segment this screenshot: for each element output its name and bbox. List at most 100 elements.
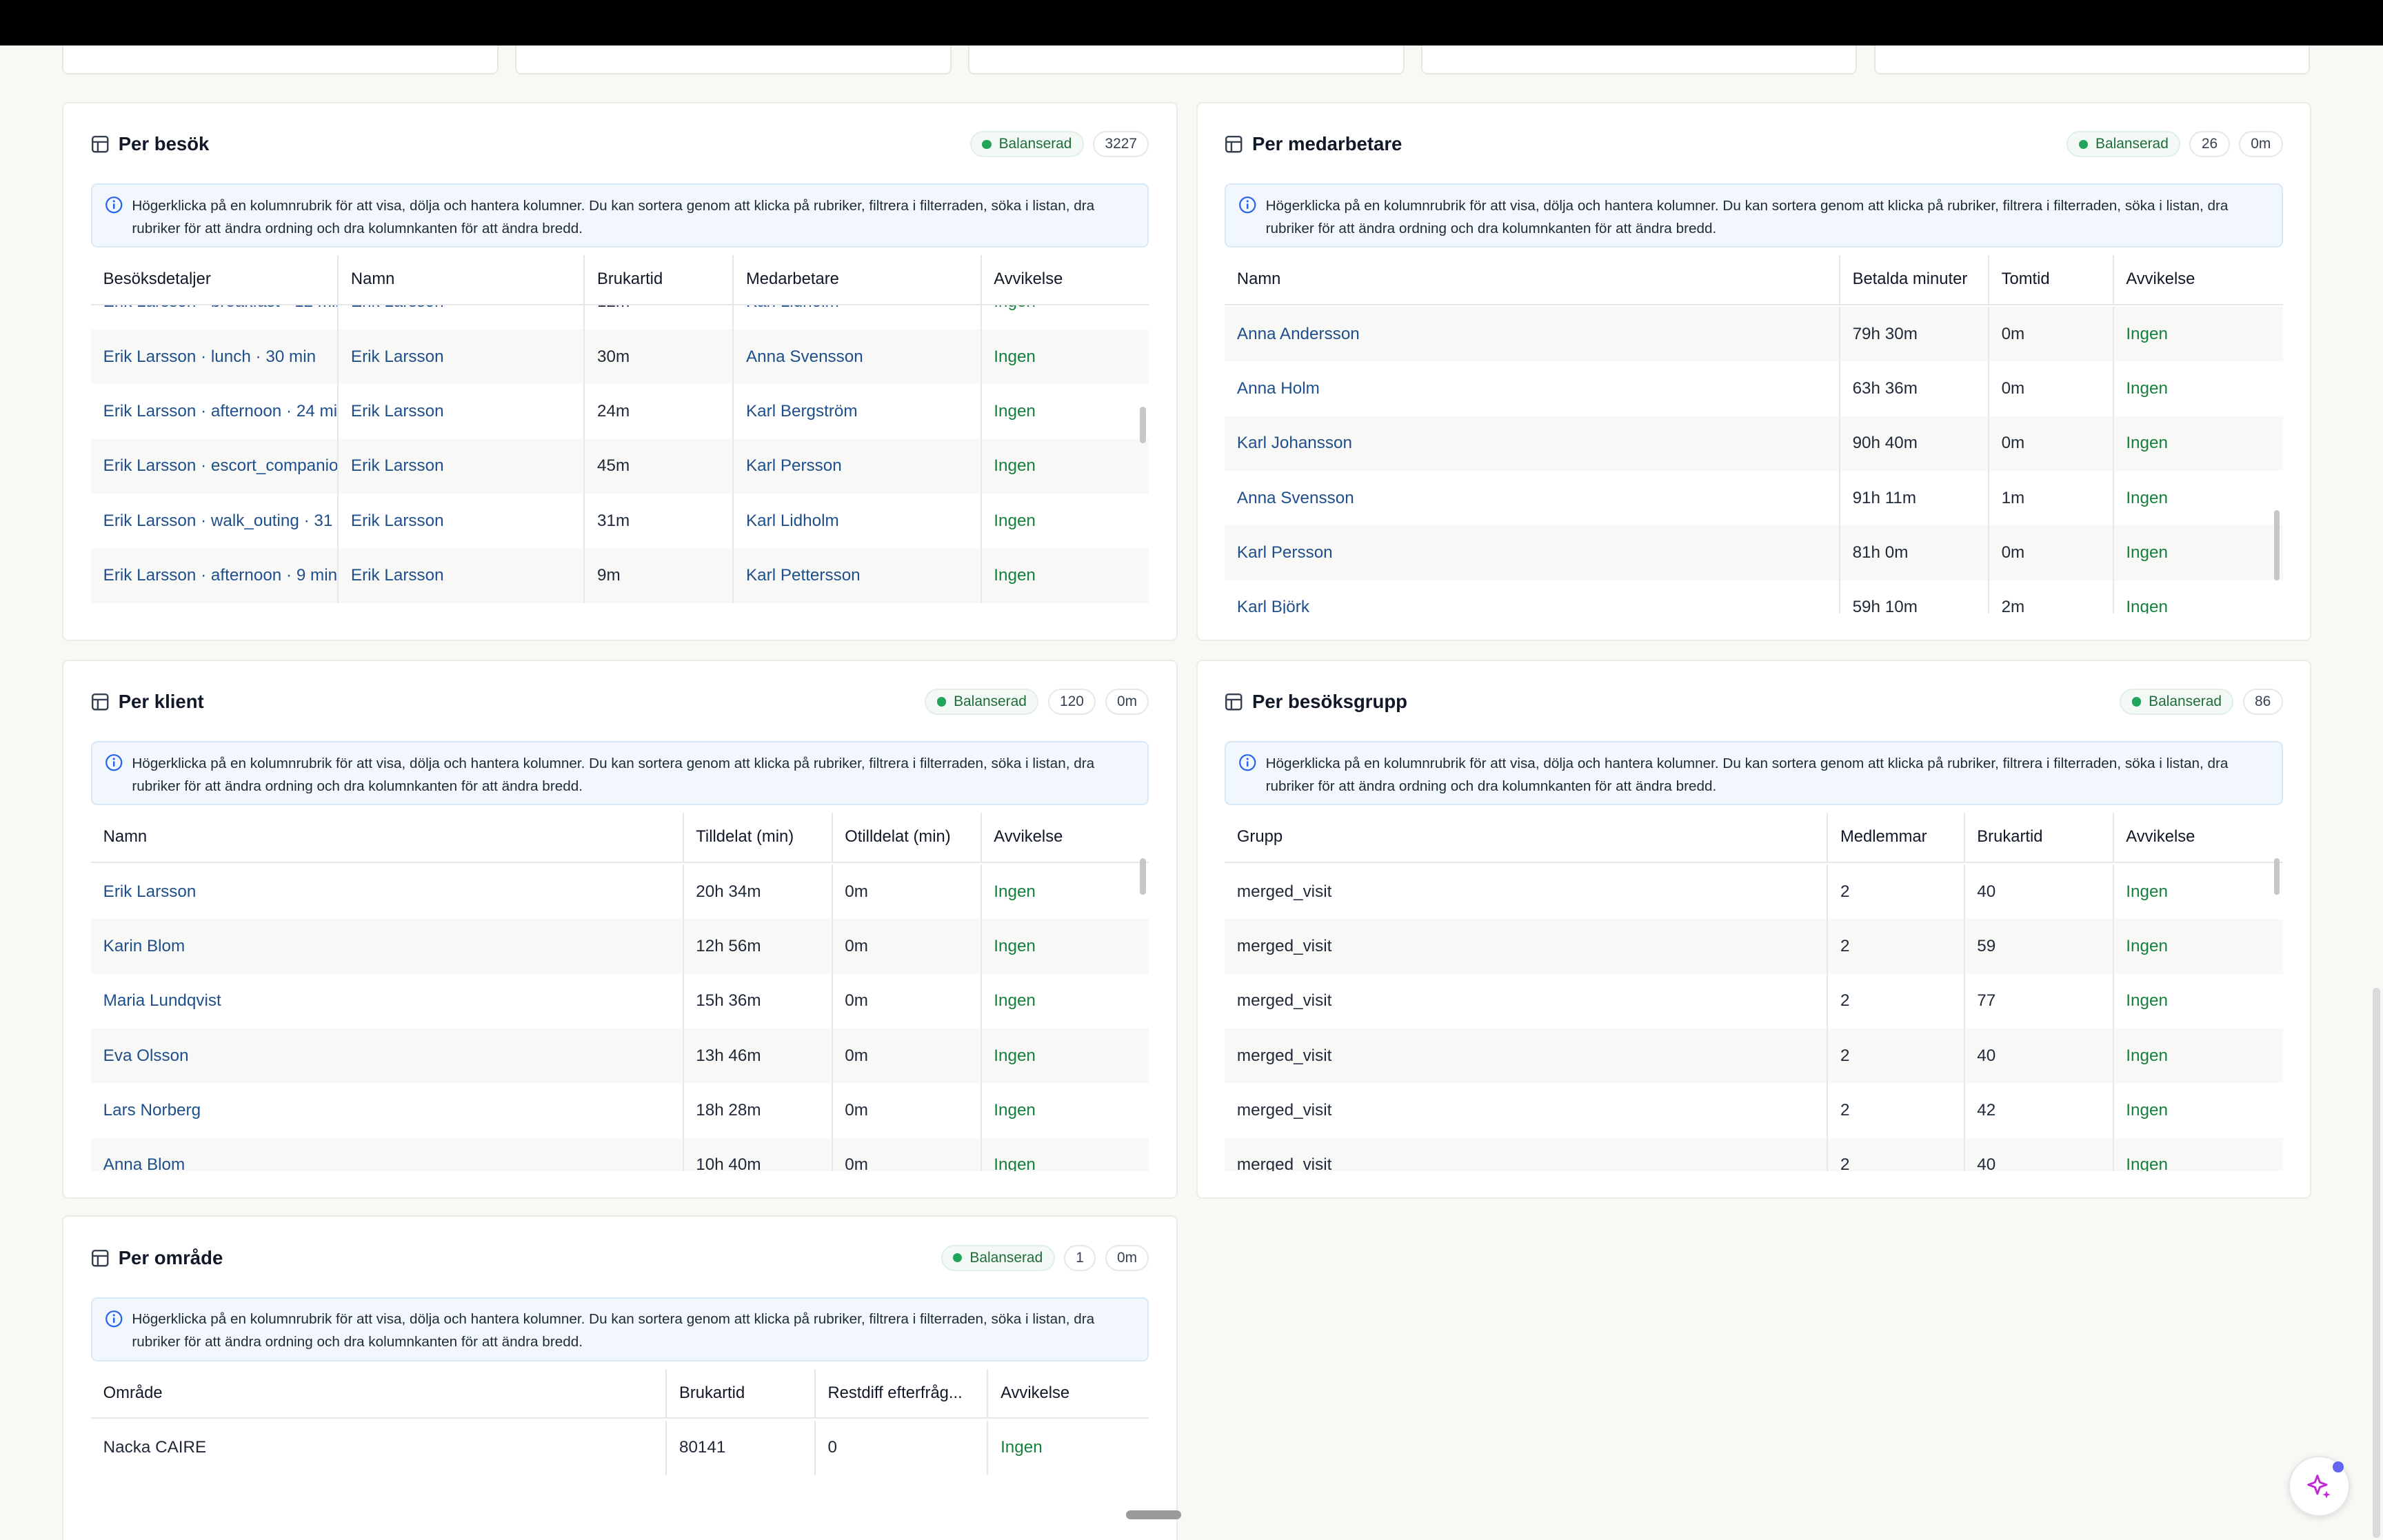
table-scrollbar[interactable] <box>1140 858 1147 895</box>
info-banner: Högerklicka på en kolumnrubrik för att v… <box>91 741 1149 805</box>
table-row[interactable]: Maria Lundqvist 15h 36m 0m Ingen <box>91 973 1149 1029</box>
cell-visit-details[interactable]: Erik Larsson · escort_companion <box>91 438 339 494</box>
column-header[interactable]: Betalda minuter <box>1840 255 1989 304</box>
cell-client-time: 40 <box>1965 864 2114 920</box>
cell-name[interactable]: Erik Larsson <box>339 548 585 603</box>
cell-name[interactable]: Eva Olsson <box>91 1028 684 1084</box>
column-header[interactable]: Besöksdetaljer <box>91 255 339 304</box>
cell-name[interactable]: Anna Blom <box>91 1137 684 1172</box>
cell-visit-details[interactable]: Erik Larsson · walk_outing · 31 min <box>91 494 339 549</box>
column-header[interactable]: Medarbetare <box>734 255 982 304</box>
column-header[interactable]: Avvikelse <box>982 813 1143 862</box>
cell-assigned: 18h 28m <box>684 1083 833 1138</box>
cell-client-time: 30m <box>585 330 734 385</box>
cell-employee[interactable]: Karl Bergström <box>734 384 982 439</box>
table-row[interactable]: Erik Larsson · escort_companion Erik Lar… <box>91 438 1149 494</box>
cell-name[interactable]: Erik Larsson <box>339 330 585 385</box>
table-row[interactable]: Erik Larsson · afternoon · 24 min Erik L… <box>91 384 1149 439</box>
column-header[interactable]: Medlemmar <box>1828 812 1965 862</box>
cell-deviation: Ingen <box>2126 1100 2168 1119</box>
table-scrollbar[interactable] <box>2273 510 2280 580</box>
table-row[interactable]: merged_visit 2 77 Ingen <box>1225 973 2282 1029</box>
table-row[interactable]: Anna Holm 63h 36m 0m Ingen <box>1225 361 2282 416</box>
column-header[interactable]: Område <box>91 1368 667 1418</box>
column-header[interactable]: Namn <box>1225 255 1840 304</box>
cell-employee[interactable]: Karl Persson <box>734 438 982 494</box>
column-header[interactable]: Brukartid <box>585 255 734 304</box>
table-per-besoksgrupp[interactable]: Grupp Medlemmar Brukartid Avvikelse merg… <box>1225 812 2283 1172</box>
table-row[interactable]: Erik Larsson · afternoon · 9 min Erik La… <box>91 548 1149 603</box>
table-row[interactable]: Karin Blom 12h 56m 0m Ingen <box>91 919 1149 974</box>
cell-visit-details[interactable]: Erik Larsson · afternoon · 9 min <box>91 548 339 603</box>
column-header[interactable]: Avvikelse <box>982 255 1143 304</box>
cell-employee[interactable]: Karl Pettersson <box>734 548 982 603</box>
cell-deviation: Ingen <box>2126 991 2168 1011</box>
cell-name[interactable]: Erik Larsson <box>339 438 585 494</box>
cell-visit-details[interactable]: Erik Larsson · afternoon · 24 min <box>91 384 339 439</box>
table-row[interactable]: merged_visit 2 40 Ingen <box>1225 1137 2283 1172</box>
horizontal-scrollbar[interactable] <box>1126 1510 1181 1520</box>
cell-name[interactable]: Erik Larsson <box>339 384 585 439</box>
table-row[interactable]: merged_visit 2 42 Ingen <box>1225 1083 2282 1138</box>
table-row[interactable]: Anna Svensson 91h 11m 1m Ingen <box>1225 471 2282 526</box>
column-header[interactable]: Brukartid <box>667 1368 816 1418</box>
column-header[interactable]: Otilldelat (min) <box>833 812 982 862</box>
cell-name[interactable]: Erik Larsson <box>91 864 684 920</box>
cell-name[interactable]: Karl Persson <box>1225 525 1840 580</box>
table-row[interactable]: merged_visit 2 40 Ingen <box>1225 1028 2283 1084</box>
column-header[interactable]: Tilldelat (min) <box>684 812 833 862</box>
table-row[interactable]: merged_visit 2 40 Ingen <box>1225 864 2282 920</box>
table-per-klient[interactable]: Namn Tilldelat (min) Otilldelat (min) Av… <box>91 812 1149 1172</box>
table-row[interactable]: Lars Norberg 18h 28m 0m Ingen <box>91 1083 1149 1138</box>
table-row[interactable]: Anna Blom 10h 40m 0m Ingen <box>91 1137 1149 1172</box>
table-row[interactable]: merged_visit 2 59 Ingen <box>1225 919 2283 974</box>
table-row[interactable]: Eva Olsson 13h 46m 0m Ingen <box>91 1028 1149 1084</box>
column-header[interactable]: Avvikelse <box>988 1369 1149 1418</box>
cell-name[interactable]: Anna Andersson <box>1225 307 1840 362</box>
column-header[interactable]: Grupp <box>1225 812 1829 862</box>
cell-employee[interactable]: Anna Svensson <box>734 330 982 385</box>
table-per-besok[interactable]: Besöksdetaljer Namn Brukartid Medarbetar… <box>91 255 1149 614</box>
cell-deviation: Ingen <box>2126 379 2168 398</box>
table-per-omrade[interactable]: Område Brukartid Restdiff efterfråg... A… <box>91 1368 1149 1475</box>
cell-members: 2 <box>1828 1137 1965 1172</box>
cell-assigned: 10h 40m <box>684 1137 833 1172</box>
cell-name[interactable]: Karl Johansson <box>1225 416 1840 472</box>
column-header[interactable]: Namn <box>339 255 585 304</box>
cell-name[interactable]: Lars Norberg <box>91 1083 684 1138</box>
table-row[interactable]: Karl Björk 59h 10m 2m Ingen <box>1225 580 2282 614</box>
table-row[interactable]: Erik Larsson · walk_outing · 31 min Erik… <box>91 494 1149 549</box>
card-header: Per område Balanserad 1 0m <box>91 1243 1149 1273</box>
column-header[interactable]: Restdiff efterfråg... <box>816 1368 989 1418</box>
cell-name[interactable]: Erik Larsson <box>339 494 585 549</box>
page-scrollbar[interactable] <box>2372 987 2380 1538</box>
column-header[interactable]: Avvikelse <box>2114 813 2277 862</box>
cell-name[interactable]: Karl Björk <box>1225 580 1840 614</box>
cell-name[interactable]: Maria Lundqvist <box>91 973 684 1029</box>
cell-name[interactable]: Anna Svensson <box>1225 471 1840 526</box>
table-row[interactable]: Nacka CAIRE 80141 0 Ingen <box>91 1420 1149 1475</box>
cell-deviation: Ingen <box>994 936 1036 955</box>
column-header[interactable]: Avvikelse <box>2114 255 2277 304</box>
cell-assigned: 13h 46m <box>684 1028 833 1084</box>
table-per-medarbetare[interactable]: Namn Betalda minuter Tomtid Avvikelse An… <box>1225 255 2283 614</box>
table-row[interactable]: Anna Andersson 79h 30m 0m Ingen <box>1225 307 2283 362</box>
cell-name[interactable]: Karin Blom <box>91 919 684 974</box>
table-row[interactable]: Erik Larsson 20h 34m 0m Ingen <box>91 864 1149 920</box>
column-header[interactable]: Tomtid <box>1989 255 2114 304</box>
cell-visit-details[interactable]: Erik Larsson · lunch · 30 min <box>91 330 339 385</box>
table-row[interactable]: Karl Persson 81h 0m 0m Ingen <box>1225 525 2283 580</box>
cell-name[interactable]: Anna Holm <box>1225 361 1840 416</box>
cell-employee[interactable]: Karl Lidholm <box>734 494 982 549</box>
cell-idle-time: 0m <box>1989 307 2114 362</box>
card-per-besoksgrupp: Per besöksgrupp Balanserad 86 Högerklick… <box>1196 659 2312 1199</box>
table-scrollbar[interactable] <box>2273 858 2280 895</box>
table-row[interactable]: Karl Johansson 90h 40m 0m Ingen <box>1225 416 2283 472</box>
column-header[interactable]: Namn <box>91 812 684 862</box>
column-header[interactable]: Brukartid <box>1965 812 2114 862</box>
table-scrollbar[interactable] <box>1140 407 1147 444</box>
cell-paid-minutes: 91h 11m <box>1840 471 1989 526</box>
assistant-button[interactable] <box>2289 1455 2350 1517</box>
cell-unassigned: 0m <box>833 973 982 1029</box>
table-row[interactable]: Erik Larsson · lunch · 30 min Erik Larss… <box>91 330 1149 385</box>
